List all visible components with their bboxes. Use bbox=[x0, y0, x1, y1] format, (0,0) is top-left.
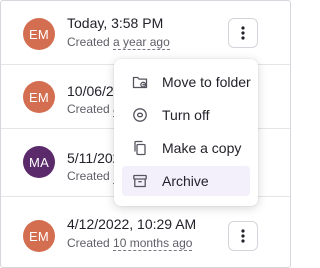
item-title: 5/11/202 bbox=[67, 150, 121, 166]
more-vertical-icon bbox=[241, 26, 245, 40]
created-prefix: Created bbox=[67, 102, 114, 116]
item-title: Today, 3:58 PM bbox=[67, 15, 164, 31]
menu-item-label: Move to folder bbox=[162, 74, 251, 90]
item-title: 10/06/2 bbox=[67, 83, 114, 99]
copy-icon bbox=[132, 140, 148, 156]
avatar: EM bbox=[23, 18, 55, 50]
menu-item-turn-off[interactable]: Turn off bbox=[122, 100, 250, 130]
more-vertical-icon bbox=[241, 229, 245, 243]
created-prefix: Created bbox=[67, 35, 114, 49]
item-title: 4/12/2022, 10:29 AM bbox=[67, 216, 197, 232]
created-relative-time: a year ago bbox=[113, 35, 170, 50]
list-item: EM Today, 3:58 PM Created a year ago bbox=[1, 1, 290, 64]
activity-list: EM Today, 3:58 PM Created a year ago EM … bbox=[0, 0, 291, 268]
created-prefix: Created bbox=[67, 236, 114, 250]
created-prefix: Created bbox=[67, 169, 114, 183]
menu-item-label: Turn off bbox=[162, 107, 210, 123]
list-item: EM 4/12/2022, 10:29 AM Created 10 months… bbox=[1, 197, 290, 260]
more-options-button[interactable] bbox=[228, 18, 258, 48]
folder-move-icon bbox=[132, 74, 148, 90]
power-off-icon bbox=[132, 107, 148, 123]
archive-icon bbox=[132, 173, 148, 189]
avatar: MA bbox=[23, 146, 55, 178]
avatar: EM bbox=[23, 220, 55, 252]
item-created: Created 1 bbox=[67, 169, 120, 184]
created-relative-time: 10 months ago bbox=[113, 236, 193, 251]
item-created: Created 10 months ago bbox=[67, 236, 193, 251]
menu-item-archive[interactable]: Archive bbox=[122, 166, 250, 196]
menu-item-move-to-folder[interactable]: Move to folder bbox=[122, 67, 251, 97]
item-created: Created a bbox=[67, 102, 120, 117]
avatar: EM bbox=[23, 81, 55, 113]
menu-item-label: Make a copy bbox=[162, 140, 242, 156]
menu-item-label: Archive bbox=[162, 173, 209, 189]
options-menu: Move to folder Turn off Make a copy Arch… bbox=[114, 59, 258, 206]
item-created: Created a year ago bbox=[67, 35, 170, 50]
more-options-button[interactable] bbox=[228, 221, 258, 251]
menu-item-make-a-copy[interactable]: Make a copy bbox=[122, 133, 250, 163]
